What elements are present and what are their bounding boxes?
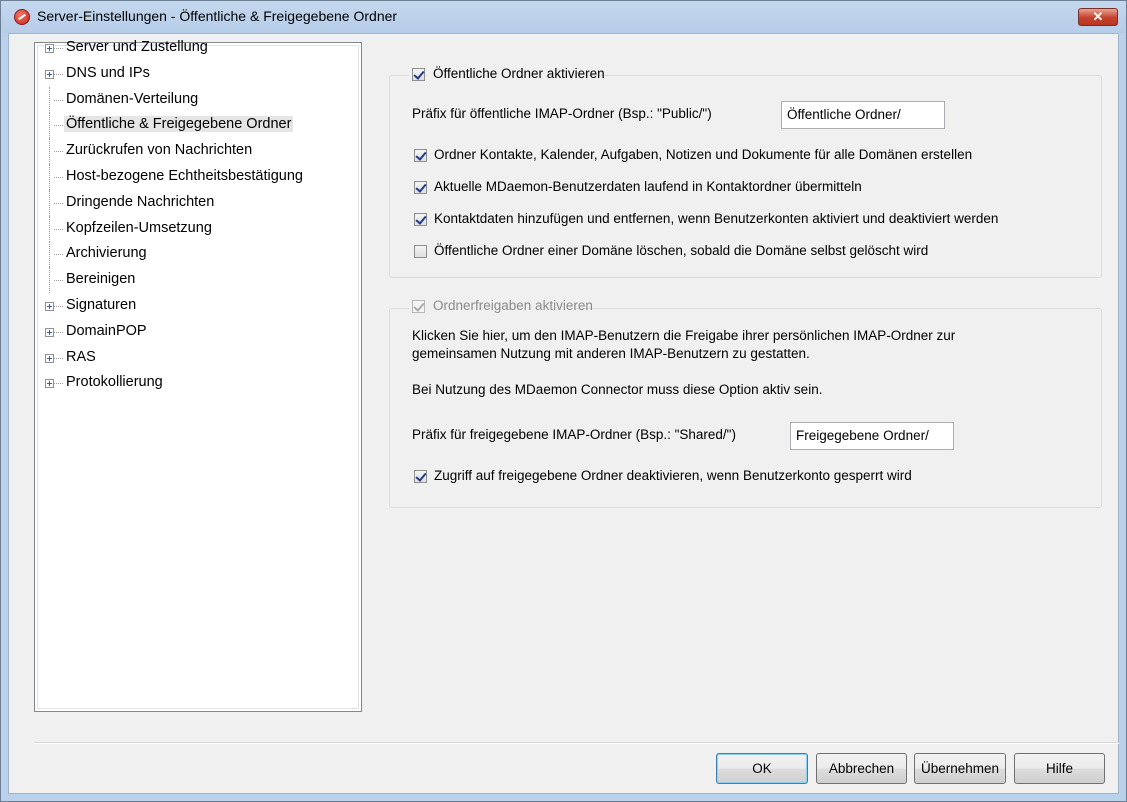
window-title: Server-Einstellungen - Öffentliche & Fre…	[37, 8, 398, 24]
tree-item-label: Protokollierung	[66, 374, 163, 391]
tree-item[interactable]: Bereinigen	[35, 267, 355, 294]
expand-plus-icon[interactable]	[45, 327, 54, 337]
contact-add-remove-checkbox[interactable]	[414, 213, 427, 226]
tree-connector	[54, 202, 63, 204]
tree-item-label: Kopfzeilen-Umsetzung	[66, 219, 212, 236]
tree-item[interactable]: Zurückrufen von Nachrichten	[35, 138, 355, 165]
tree-item-label: Zurückrufen von Nachrichten	[66, 142, 253, 159]
public-prefix-label: Präfix für öffentliche IMAP-Ordner (Bsp.…	[412, 106, 712, 121]
enable-sharing-checkbox[interactable]	[412, 300, 425, 313]
tree-item[interactable]: Host-bezogene Echtheitsbestätigung	[35, 164, 355, 190]
create-folders-checkbox[interactable]	[414, 149, 427, 162]
tree-item-label: Host-bezogene Echtheitsbestätigung	[66, 168, 303, 184]
tree-connector	[54, 99, 63, 101]
tree-item[interactable]: Domänen-Verteilung	[35, 86, 355, 113]
shared-prefix-input[interactable]: Freigegebene Ordner/	[790, 422, 954, 450]
create-folders-label: Ordner Kontakte, Kalender, Aufgaben, Not…	[434, 147, 973, 162]
ok-button[interactable]: OK	[716, 753, 808, 784]
tree-connector	[54, 125, 63, 127]
tree-item[interactable]: Server und Zustellung	[35, 35, 355, 61]
tree-connector	[54, 254, 63, 256]
tree-item[interactable]: Öffentliche & Freigegebene Ordner	[35, 112, 355, 139]
tree-item-label: Bereinigen	[66, 271, 136, 288]
enable-public-folders-label: Öffentliche Ordner aktivieren	[433, 66, 605, 81]
tree-connector	[54, 151, 63, 153]
tree-item[interactable]: Dringende Nachrichten	[35, 189, 355, 216]
public-prefix-input[interactable]: Öffentliche Ordner/	[781, 101, 945, 129]
tree-line	[49, 164, 50, 190]
enable-sharing-label: Ordnerfreigaben aktivieren	[433, 298, 593, 313]
tree-line	[49, 138, 50, 165]
mdaemon-app-icon	[14, 9, 30, 25]
tree-connector	[54, 306, 63, 307]
close-icon: ✕	[1092, 9, 1104, 24]
tree-connector	[54, 357, 63, 359]
sync-user-data-checkbox[interactable]	[414, 181, 427, 194]
help-button[interactable]: Hilfe	[1014, 753, 1105, 784]
tree-line	[49, 112, 50, 139]
tree-connector	[54, 331, 63, 333]
tree-line	[49, 86, 50, 113]
tree-item[interactable]: Kopfzeilen-Umsetzung	[35, 215, 355, 242]
title-bar[interactable]: Server-Einstellungen - Öffentliche & Fre…	[1, 1, 1126, 33]
disable-shared-access-checkbox[interactable]	[414, 470, 427, 483]
tree-item-label: Dringende Nachrichten	[66, 193, 215, 210]
tree-item-label: Signaturen	[66, 297, 137, 313]
tree-item[interactable]: Protokollierung	[35, 370, 355, 396]
contact-add-remove-label: Kontaktdaten hinzufügen und entfernen, w…	[434, 211, 999, 226]
tree-connector	[54, 383, 63, 385]
tree-item[interactable]: DomainPOP	[35, 319, 355, 345]
expand-plus-icon[interactable]	[45, 44, 54, 53]
expand-plus-icon[interactable]	[45, 353, 54, 363]
tree-item-label: DomainPOP	[66, 322, 147, 339]
cancel-button[interactable]: Abbrechen	[816, 753, 907, 784]
tree-item-label: Archivierung	[66, 245, 147, 262]
tree-connector	[54, 280, 63, 282]
expand-plus-icon[interactable]	[45, 69, 54, 79]
tree-item[interactable]: Archivierung	[35, 241, 355, 268]
expand-plus-icon[interactable]	[45, 302, 54, 311]
delete-public-folders-checkbox[interactable]	[414, 245, 427, 258]
close-button[interactable]: ✕	[1078, 8, 1118, 26]
tree-line	[49, 215, 50, 242]
expand-plus-icon[interactable]	[45, 379, 54, 389]
tree-item-label: DNS und IPs	[66, 64, 150, 81]
tree-item-label: Server und Zustellung	[66, 39, 208, 55]
tree-line	[49, 241, 50, 268]
public-folders-legend: Öffentliche Ordner aktivieren	[409, 65, 605, 85]
disable-shared-access-label: Zugriff auf freigegebene Ordner deaktivi…	[434, 468, 912, 483]
tree-connector	[54, 228, 63, 230]
tree-item[interactable]: Signaturen	[35, 293, 355, 319]
tree-item[interactable]: DNS und IPs	[35, 61, 355, 87]
tree-line	[49, 189, 50, 216]
tree-connector	[54, 48, 63, 49]
tree-line	[49, 267, 50, 294]
shared-prefix-label: Präfix für freigegebene IMAP-Ordner (Bsp…	[412, 427, 736, 442]
delete-public-folders-label: Öffentliche Ordner einer Domäne löschen,…	[434, 243, 929, 258]
tree-connector	[54, 73, 63, 75]
sync-user-data-label: Aktuelle MDaemon-Benutzerdaten laufend i…	[434, 179, 862, 194]
tree-item-label: RAS	[66, 348, 96, 365]
footer-separator	[34, 742, 1119, 744]
sharing-description-line1: Klicken Sie hier, um den IMAP-Benutzern …	[412, 328, 956, 343]
sharing-description-line2: gemeinsamen Nutzung mit anderen IMAP-Ben…	[412, 346, 810, 361]
tree-connector	[54, 177, 63, 178]
settings-tree[interactable]: Server und Zustellung DNS und IPs Domänen-…	[34, 39, 362, 712]
enable-public-folders-checkbox[interactable]	[412, 68, 425, 81]
tree-item-label: Öffentliche & Freigegebene Ordner	[64, 116, 294, 133]
tree-item[interactable]: RAS	[35, 345, 355, 371]
connector-note: Bei Nutzung des MDaemon Connector muss d…	[412, 382, 823, 397]
tree-item-label: Domänen-Verteilung	[66, 90, 199, 107]
shared-folders-legend: Ordnerfreigaben aktivieren	[409, 297, 593, 317]
apply-button[interactable]: Übernehmen	[914, 753, 1006, 784]
